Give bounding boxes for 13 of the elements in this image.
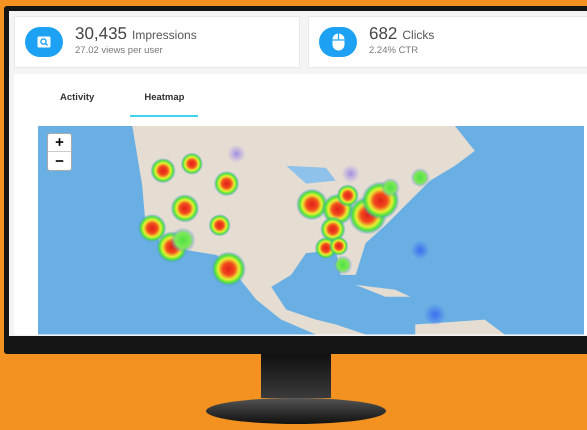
stat-value: 30,435 — [75, 25, 127, 42]
stat-value: 682 — [369, 25, 398, 42]
tab[interactable]: Heatmap — [130, 91, 198, 118]
tab[interactable]: Activity — [46, 91, 108, 118]
zoom-in-button[interactable]: + — [48, 134, 71, 152]
zoom-out-button[interactable]: − — [48, 152, 71, 170]
stat-label: Clicks — [402, 29, 434, 42]
mouse-icon — [332, 33, 344, 51]
stat-subtext: 27.02 views per user — [75, 44, 164, 58]
search-icon — [37, 36, 51, 48]
stat-label: Impressions — [132, 29, 197, 42]
monitor-stand-neck — [260, 354, 330, 398]
stat-subtext: 2.24% CTR — [369, 44, 420, 58]
